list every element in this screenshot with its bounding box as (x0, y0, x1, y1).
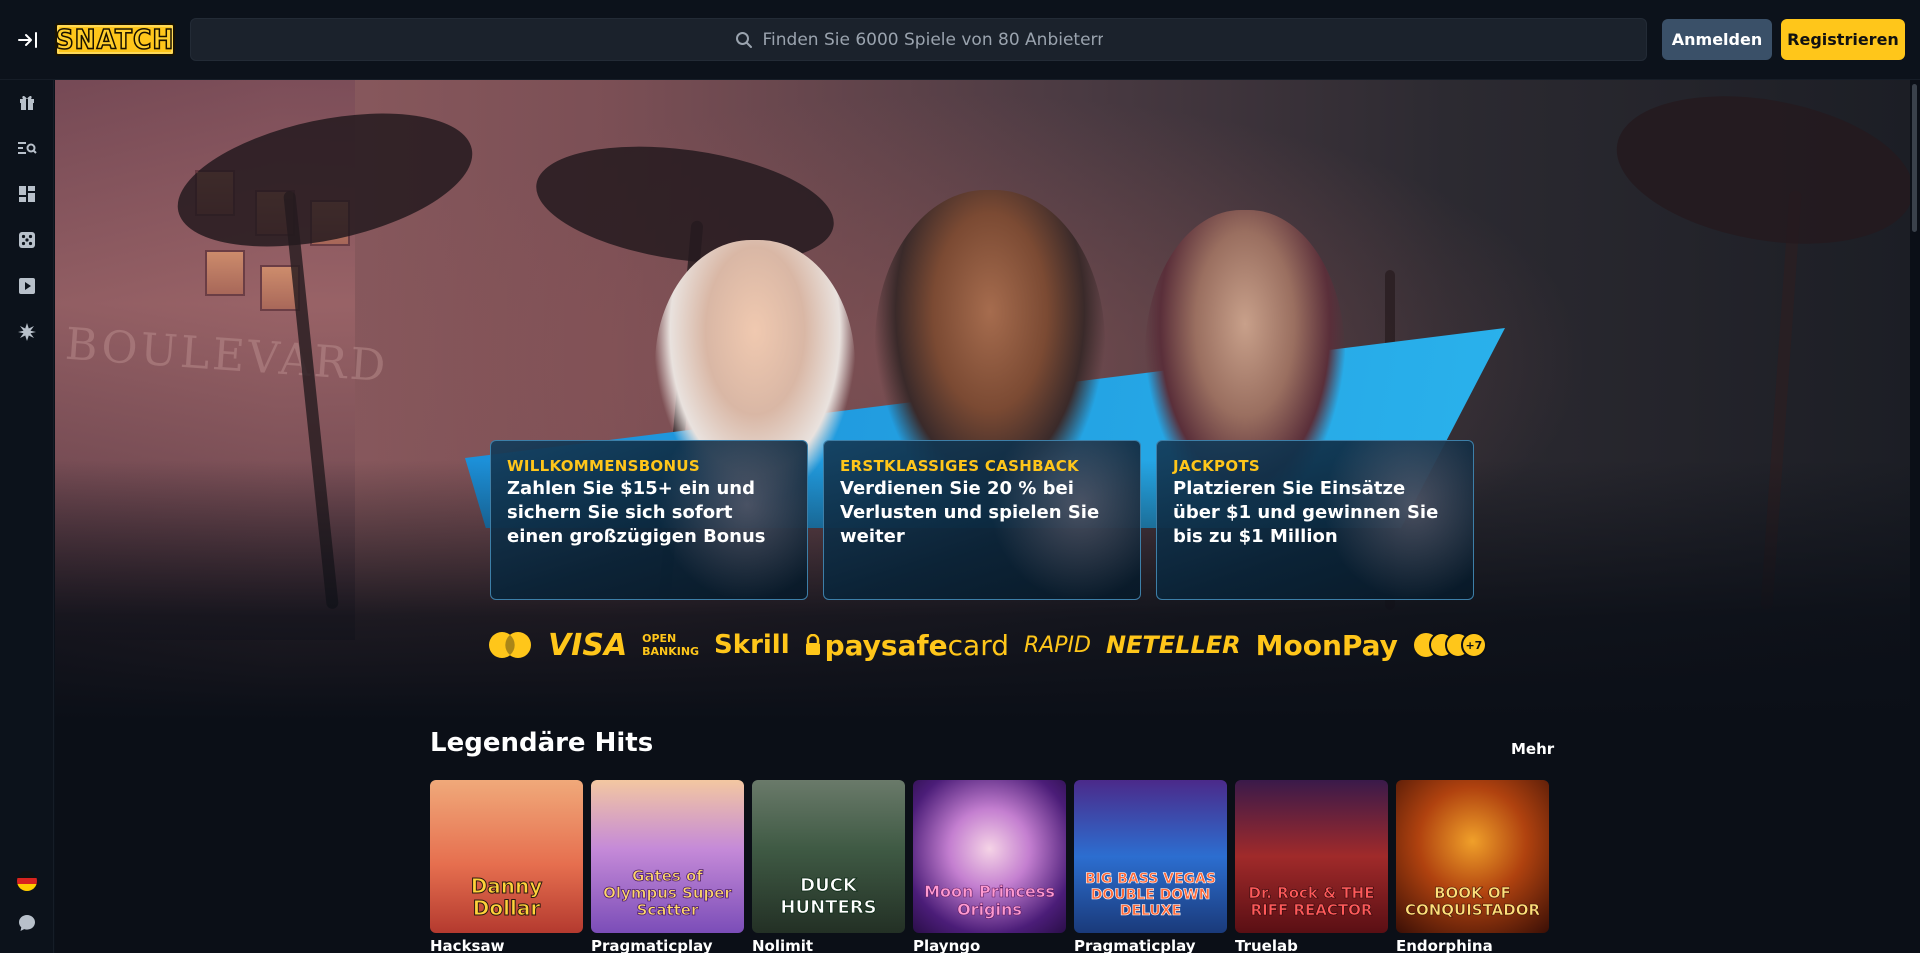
promo-card-welcome-bonus[interactable]: WILLKOMMENSBONUS Zahlen Sie $15+ ein und… (490, 440, 808, 600)
lock-icon (805, 634, 820, 655)
game-title: DUCK HUNTERS (780, 875, 877, 919)
game-tile[interactable]: BIG BASS VEGAS DOUBLE DOWN DELUXE (1074, 780, 1227, 933)
play-icon[interactable] (15, 274, 39, 298)
snatch-logo[interactable]: SNATCH (55, 23, 175, 56)
dashboard-icon[interactable] (15, 182, 39, 206)
promo-card-cashback[interactable]: ERSTKLASSIGES CASHBACK Verdienen Sie 20 … (823, 440, 1141, 600)
search-input[interactable] (762, 29, 1103, 50)
game-provider[interactable]: Hacksaw (430, 937, 504, 953)
game-provider[interactable]: Nolimit (752, 937, 813, 953)
rapid-logo: RAPID (1023, 632, 1091, 658)
dice-icon[interactable] (15, 228, 39, 252)
paysafecard-logo: paysafe card (805, 629, 1009, 662)
game-tile[interactable]: Gates of Olympus Super Scatter (591, 780, 744, 933)
card-text: card (947, 628, 1009, 662)
game-title: Moon Princess Origins (924, 882, 1055, 919)
promo-tag: WILLKOMMENSBONUS (507, 457, 700, 475)
visa-logo: VISA (547, 627, 628, 663)
promo-tag: JACKPOTS (1173, 457, 1261, 475)
promo-description: Verdienen Sie 20 % bei Verlusten und spi… (840, 478, 1100, 547)
gift-icon[interactable] (15, 90, 39, 114)
game-provider[interactable]: Pragmaticplay (1074, 937, 1196, 953)
more-link[interactable]: Mehr (1511, 740, 1554, 758)
page-scrollbar[interactable] (1910, 80, 1920, 953)
paysafe-text: paysafe (824, 628, 948, 662)
game-title: BOOK OF CONQUISTADOR (1404, 884, 1541, 919)
moonpay-logo: MoonPay (1255, 628, 1398, 662)
crypto-more-count: +7 (1465, 638, 1483, 652)
game-tile[interactable]: BOOK OF CONQUISTADOR (1396, 780, 1549, 933)
top-header: SNATCH Anmelden Registrieren (0, 0, 1920, 80)
mastercard-icon (487, 631, 533, 659)
game-provider[interactable]: Playngo (913, 937, 980, 953)
chat-icon[interactable] (15, 911, 39, 935)
game-tile[interactable]: Dr. Rock & THE RIFF REACTOR (1235, 780, 1388, 933)
open-banking-line: BANKING (642, 645, 700, 658)
game-title: BIG BASS VEGAS DOUBLE DOWN DELUXE (1085, 871, 1217, 920)
game-tile[interactable]: Moon Princess Origins (913, 780, 1066, 933)
game-provider[interactable]: Endorphina (1396, 937, 1493, 953)
main-content: BOULEVARD WILLKOMMENSBONUS Zahlen Sie $1… (55, 80, 1910, 953)
promo-tag: ERSTKLASSIGES CASHBACK (840, 457, 1079, 475)
promo-description: Platzieren Sie Einsätze über $1 und gewi… (1173, 478, 1439, 547)
open-banking-line: OPEN (642, 632, 677, 645)
game-title: Dr. Rock & THE RIFF REACTOR (1248, 884, 1375, 919)
search-icon (735, 31, 752, 48)
game-title: Gates of Olympus Super Scatter (603, 867, 732, 919)
search-bar[interactable] (190, 18, 1647, 61)
register-button[interactable]: Registrieren (1781, 19, 1905, 60)
burst-icon[interactable] (15, 320, 39, 344)
promo-description: Zahlen Sie $15+ ein und sichern Sie sich… (507, 478, 766, 547)
game-provider[interactable]: Pragmaticplay (591, 937, 713, 953)
section-title: Legendäre Hits (430, 728, 654, 758)
hero-banner: BOULEVARD WILLKOMMENSBONUS Zahlen Sie $1… (55, 80, 1910, 720)
building-window (205, 250, 245, 296)
scrollbar-thumb[interactable] (1912, 84, 1917, 232)
crypto-icons: +7 (1413, 632, 1487, 658)
game-tile[interactable]: DUCK HUNTERS (752, 780, 905, 933)
open-banking-logo: OPEN BANKING (642, 632, 699, 658)
search-list-icon[interactable] (15, 136, 39, 160)
game-provider[interactable]: Truelab (1235, 937, 1298, 953)
skrill-logo: Skrill (714, 630, 790, 660)
login-button[interactable]: Anmelden (1662, 19, 1772, 60)
left-sidebar (0, 80, 54, 953)
payment-methods: VISA OPEN BANKING Skrill paysafe card RAP… (487, 625, 1487, 665)
game-tile[interactable]: Danny Dollar (430, 780, 583, 933)
neteller-logo: NETELLER (1105, 631, 1241, 659)
palm-leaves (1605, 80, 1910, 265)
german-flag-icon[interactable] (15, 869, 39, 893)
sidebar-toggle-icon[interactable] (14, 28, 42, 52)
game-title: Danny Dollar (470, 874, 543, 920)
promo-card-jackpots[interactable]: JACKPOTS Platzieren Sie Einsätze über $1… (1156, 440, 1474, 600)
